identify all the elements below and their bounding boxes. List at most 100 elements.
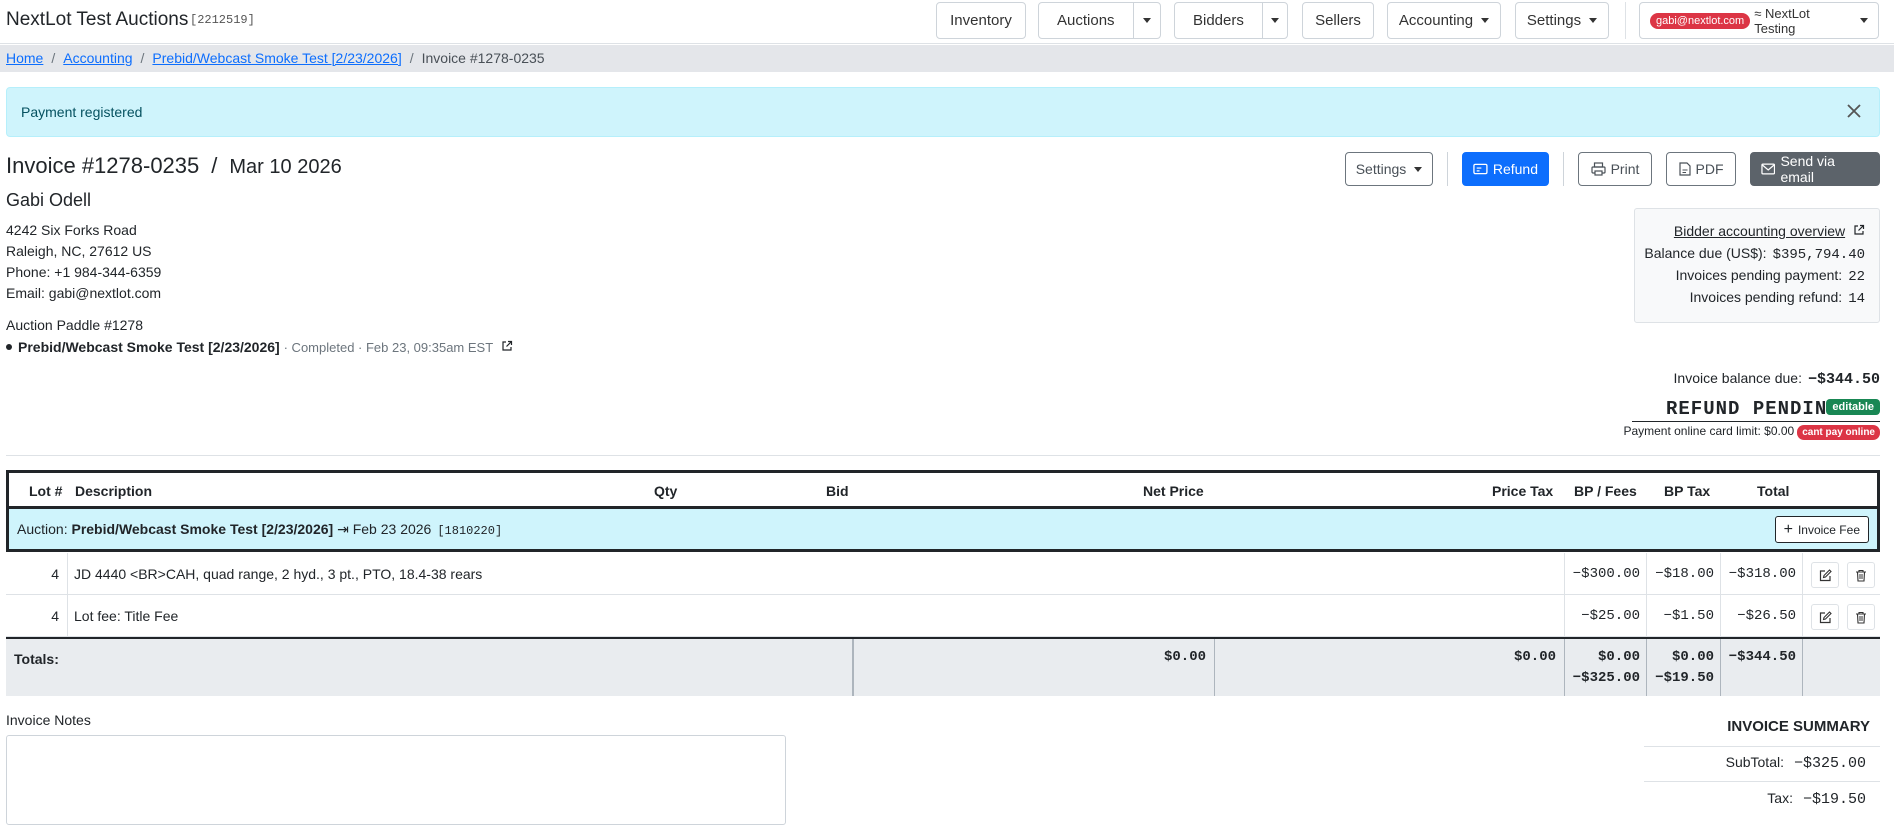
col-bid: Bid	[826, 483, 849, 499]
cell-lot: 4	[6, 553, 68, 595]
invoice-number: Invoice #1278-0235	[6, 153, 200, 178]
col-description: Description	[75, 483, 153, 499]
pending-refund-label: Invoices pending refund:	[1689, 289, 1843, 305]
nav-bidders-dropdown[interactable]	[1261, 3, 1287, 38]
nav-auctions-dropdown[interactable]	[1132, 3, 1160, 38]
table-row: 4 JD 4440 <BR>CAH, quad range, 2 hyd., 3…	[6, 553, 1880, 595]
col-bp-fees: BP / Fees	[1574, 483, 1637, 499]
action-divider	[1563, 152, 1564, 186]
overview-link-text: Bidder accounting overview	[1673, 223, 1846, 239]
table-header: Lot # Description Qty Bid Net Price Pric…	[6, 470, 1880, 509]
invoice-notes-input[interactable]	[6, 735, 786, 825]
caret-down-icon	[1481, 18, 1490, 23]
totals-total: −$344.50	[1721, 639, 1803, 696]
bp-tax-value: −$18.00	[1655, 566, 1714, 582]
lot-number: 4	[51, 608, 59, 624]
col-net-price: Net Price	[1143, 483, 1204, 499]
pdf-button[interactable]: PDF	[1666, 152, 1736, 186]
plus-icon: +	[1783, 520, 1793, 538]
totals-price-tax: $0.00	[1215, 639, 1565, 696]
edit-row-button[interactable]	[1811, 562, 1839, 588]
cell-bp-fees: −$300.00	[1565, 553, 1647, 595]
nav-accounting-dropdown[interactable]: Accounting	[1387, 2, 1501, 39]
user-email-badge: gabi@nextlot.com	[1650, 12, 1751, 29]
close-icon[interactable]	[1843, 100, 1865, 122]
pending-payment-value: 22	[1848, 269, 1865, 285]
totals-bp-tax: $0.00 −$19.50	[1647, 639, 1721, 696]
breadcrumb-home[interactable]: Home	[6, 50, 43, 66]
refund-label: Refund	[1492, 161, 1538, 177]
cell-total: −$26.50	[1721, 595, 1803, 637]
brand-id: [2212519]	[190, 13, 255, 27]
auction-meta: · Completed · Feb 23, 09:35am EST	[283, 340, 494, 355]
alert-message: Payment registered	[21, 104, 143, 120]
tax-label: Tax:	[1767, 790, 1793, 806]
grand-total: −$344.50	[1728, 649, 1796, 665]
user-org: ≈ NextLot Testing	[1754, 5, 1810, 36]
summary-divider	[1644, 781, 1880, 782]
breadcrumb-bar: Home / Accounting / Prebid/Webcast Smoke Tes…	[0, 45, 1894, 72]
auction-list-item: Prebid/Webcast Smoke Test [2/23/2026] · …	[6, 339, 513, 355]
nav-auctions-button[interactable]: Auctions	[1039, 3, 1133, 38]
nav-settings-dropdown[interactable]: Settings	[1515, 2, 1609, 39]
bidder-name: Gabi Odell	[6, 190, 92, 210]
send-email-button[interactable]: Send via email	[1750, 152, 1880, 186]
external-link-icon[interactable]	[501, 340, 513, 352]
nav-sellers-button[interactable]: Sellers	[1302, 2, 1374, 39]
pdf-label: PDF	[1695, 161, 1724, 177]
group-date: ⇥ Feb 23 2026	[337, 521, 432, 537]
pending-refund-value: 14	[1848, 291, 1865, 307]
group-auction-name[interactable]: Prebid/Webcast Smoke Test [2/23/2026]	[71, 521, 333, 537]
delete-row-button[interactable]	[1847, 562, 1875, 588]
nav-accounting-label: Accounting	[1398, 12, 1474, 29]
nav-bidders-button[interactable]: Bidders	[1175, 3, 1262, 38]
col-price-tax: Price Tax	[1492, 483, 1554, 499]
nav-auctions-label: Auctions	[1057, 12, 1115, 29]
price-tax-total: $0.00	[1513, 649, 1556, 665]
caret-down-icon	[1270, 18, 1279, 23]
refund-button[interactable]: Refund	[1462, 152, 1549, 186]
invoice-balance-value: −$344.50	[1807, 371, 1880, 388]
summary-title: INVOICE SUMMARY	[1727, 718, 1870, 735]
bullet	[6, 344, 12, 350]
trash-icon	[1856, 569, 1866, 582]
user-menu-dropdown[interactable]: gabi@nextlot.com ≈ NextLot Testing	[1639, 2, 1879, 39]
balance-due-value: $395,794.40	[1772, 247, 1865, 263]
payment-alert: Payment registered	[6, 87, 1880, 137]
bidder-accounting-link[interactable]: Bidder accounting overview	[1674, 223, 1865, 239]
bidder-email: Email: gabi@nextlot.com	[6, 285, 162, 301]
nav-auctions-split: Auctions	[1038, 2, 1161, 39]
nav-settings-label: Settings	[1526, 12, 1582, 29]
envelope-icon	[1761, 163, 1776, 175]
print-button[interactable]: Print	[1578, 152, 1652, 186]
breadcrumb-accounting[interactable]: Accounting	[63, 50, 132, 66]
totals-net-price: $0.00	[853, 639, 1215, 696]
bp-tax-total-2: −$19.50	[1655, 670, 1714, 686]
delete-row-button[interactable]	[1847, 604, 1875, 630]
item-description: JD 4440 <BR>CAH, quad range, 2 hyd., 3 p…	[74, 566, 483, 582]
print-label: Print	[1610, 161, 1640, 177]
breadcrumb-separator: /	[409, 50, 414, 66]
nav-inventory-label: Inventory	[950, 12, 1012, 29]
printer-icon	[1590, 162, 1606, 176]
bp-tax-value: −$1.50	[1663, 608, 1714, 624]
trash-icon	[1856, 611, 1866, 624]
breadcrumb-separator: /	[140, 50, 145, 66]
auction-group-row: Auction: Prebid/Webcast Smoke Test [2/23…	[6, 509, 1880, 552]
add-invoice-fee-button[interactable]: + Invoice Fee	[1774, 516, 1869, 543]
totals-bp-fees: $0.00 −$325.00	[1565, 639, 1647, 696]
invoice-title: Invoice #1278-0235 / Mar 10 2026	[6, 153, 342, 179]
top-navbar: NextLot Test Auctions [2212519] Inventor…	[0, 0, 1894, 44]
nav-inventory-button[interactable]: Inventory	[936, 2, 1026, 39]
auction-group-label: Auction: Prebid/Webcast Smoke Test [2/23…	[17, 521, 502, 538]
cell-bp-fees: −$25.00	[1565, 595, 1647, 637]
nav-divider	[1625, 2, 1626, 39]
cell-bp-tax: −$1.50	[1647, 595, 1721, 637]
breadcrumb-auction[interactable]: Prebid/Webcast Smoke Test [2/23/2026]	[152, 50, 401, 66]
send-email-label: Send via email	[1780, 153, 1835, 185]
invoice-settings-dropdown[interactable]: Settings	[1345, 152, 1433, 186]
edit-row-button[interactable]	[1811, 604, 1839, 630]
brand-title[interactable]: NextLot Test Auctions	[6, 9, 188, 31]
table-row: 4 Lot fee: Title Fee −$25.00 −$1.50 −$26…	[6, 595, 1880, 637]
breadcrumb: Home / Accounting / Prebid/Webcast Smoke Tes…	[6, 50, 545, 66]
